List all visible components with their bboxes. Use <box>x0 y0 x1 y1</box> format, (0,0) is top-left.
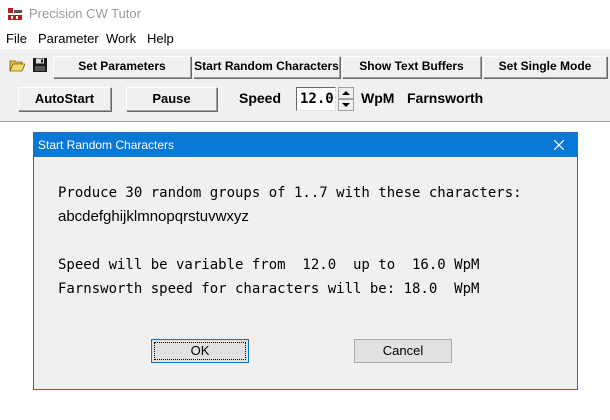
cancel-button[interactable]: Cancel <box>354 339 452 363</box>
close-icon <box>554 140 564 150</box>
speed-spin-up[interactable] <box>338 87 354 99</box>
autostart-button[interactable]: AutoStart <box>18 87 111 111</box>
menu-help[interactable]: Help <box>147 31 174 46</box>
focus-ring <box>154 342 246 360</box>
farnsworth-label: Farnsworth <box>407 90 484 106</box>
dialog-message-farnsworth: Farnsworth speed for characters will be:… <box>58 281 480 297</box>
menu-file[interactable]: File <box>6 31 27 46</box>
start-random-characters-dialog: Start Random Characters Produce 30 rando… <box>33 132 578 390</box>
start-random-characters-button[interactable]: Start Random Characters <box>193 56 340 78</box>
dialog-message-speed: Speed will be variable from 12.0 up to 1… <box>58 257 480 273</box>
set-parameters-button[interactable]: Set Parameters <box>53 56 191 78</box>
open-folder-icon[interactable] <box>9 57 25 73</box>
menu-bar: File Parameter Work Help <box>0 28 610 49</box>
speed-label: Speed <box>239 90 282 106</box>
speed-input[interactable]: 12.0 <box>296 87 336 111</box>
speed-spin-down[interactable] <box>338 99 354 111</box>
arrow-up-icon <box>342 91 350 95</box>
set-single-mode-button[interactable]: Set Single Mode <box>483 56 607 78</box>
save-disk-icon[interactable] <box>32 57 48 73</box>
pause-button[interactable]: Pause <box>126 87 217 111</box>
title-bar: Precision CW Tutor <box>0 0 610 28</box>
menu-parameter[interactable]: Parameter <box>38 31 99 46</box>
menu-work[interactable]: Work <box>106 31 136 46</box>
wpm-unit-label: WpM <box>361 90 395 106</box>
dialog-title: Start Random Characters <box>38 138 175 152</box>
app-icon <box>8 8 23 21</box>
toolbar-area: Set Parameters Start Random Characters S… <box>0 49 610 121</box>
dialog-character-set: abcdefghijklmnopqrstuvwxyz <box>58 208 249 225</box>
window-title: Precision CW Tutor <box>29 6 141 21</box>
dialog-close-button[interactable] <box>541 133 577 157</box>
ok-button[interactable]: OK <box>151 339 249 363</box>
show-text-buffers-button[interactable]: Show Text Buffers <box>342 56 481 78</box>
arrow-down-icon <box>342 103 350 107</box>
dialog-message-groups: Produce 30 random groups of 1..7 with th… <box>58 185 522 201</box>
dialog-title-bar: Start Random Characters <box>34 133 577 157</box>
